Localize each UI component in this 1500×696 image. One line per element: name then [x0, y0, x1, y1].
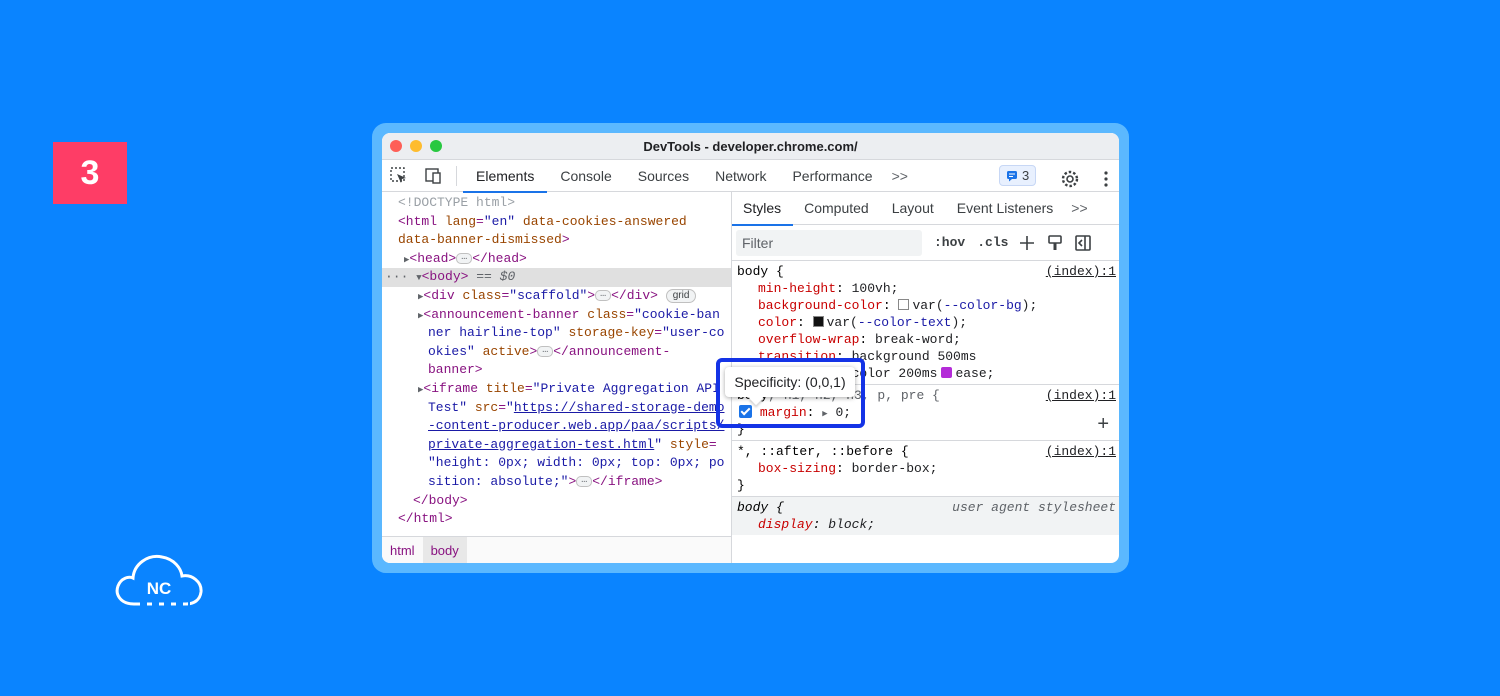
styles-filter-bar: Filter :hov .cls	[732, 225, 1119, 261]
rule-selector: body {	[737, 500, 784, 515]
dom-line-banner-cont[interactable]: banner>	[382, 361, 731, 380]
ellipsis-icon: …	[576, 475, 593, 487]
dom-line-html-close[interactable]: </html>	[382, 510, 731, 529]
dom-line-div[interactable]: ▶<div class="scaffold">… </div> grid	[382, 287, 731, 306]
toggle-sidebar-icon[interactable]	[1074, 234, 1092, 252]
tab-performance[interactable]: Performance	[779, 160, 885, 192]
step-badge: 3	[53, 142, 127, 204]
more-subtabs-icon[interactable]: >>	[1065, 200, 1093, 216]
tab-computed[interactable]: Computed	[793, 192, 881, 225]
dom-line-banner-cont[interactable]: ner hairline-top" storage-key="user-co	[382, 324, 731, 343]
issues-icon	[1007, 170, 1017, 181]
user-agent-label: user agent stylesheet	[952, 500, 1116, 515]
cls-button[interactable]: .cls	[977, 235, 1008, 250]
dom-line-iframe-cont[interactable]: "height: 0px; width: 0px; top: 0px; po	[382, 454, 731, 473]
title-bar: DevTools - developer.chrome.com/	[382, 133, 1119, 160]
breadcrumb: html body	[382, 536, 731, 563]
dom-line-iframe[interactable]: ▶<iframe title="Private Aggregation API	[382, 380, 731, 399]
dom-line-iframe-cont[interactable]: private-aggregation-test.html" style=	[382, 436, 731, 455]
ellipsis-icon: …	[456, 252, 473, 264]
dom-line-body[interactable]: ··· ▼<body> == $0	[382, 268, 731, 287]
breadcrumb-html[interactable]: html	[382, 537, 423, 564]
iframe-src-link: private-aggregation-test.html	[428, 436, 655, 452]
color-swatch-icon[interactable]	[812, 316, 824, 327]
maximize-window-button[interactable]	[430, 140, 442, 152]
dom-line-iframe-cont[interactable]: -content-producer.web.app/paa/scripts/	[382, 417, 731, 436]
dom-line-iframe-cont[interactable]: sition: absolute;">… </iframe>	[382, 473, 731, 492]
easing-editor-icon[interactable]	[941, 367, 953, 378]
styles-subtabs: Styles Computed Layout Event Listeners >…	[732, 192, 1119, 226]
rule-selector[interactable]: body {	[737, 264, 784, 279]
iframe-src-link: https://shared-storage-demo	[513, 399, 725, 415]
iframe-src-link: -content-producer.web.app/paa/scripts/	[428, 418, 725, 434]
dom-line-banner[interactable]: ▶<announcement-banner class="cookie-ban	[382, 306, 731, 325]
inspect-element-icon[interactable]	[382, 160, 416, 192]
issues-count: 3	[1022, 168, 1030, 183]
window-title: DevTools - developer.chrome.com/	[643, 138, 858, 154]
tab-layout[interactable]: Layout	[881, 192, 946, 225]
dom-line-html-cont[interactable]: data-banner-dismissed>	[382, 231, 731, 250]
add-property-icon[interactable]: +	[1097, 413, 1109, 436]
close-window-button[interactable]	[390, 140, 402, 152]
tab-event-listeners[interactable]: Event Listeners	[946, 192, 1066, 225]
paint-brush-icon[interactable]	[1046, 234, 1064, 252]
style-rule-universal: *, ::after, ::before {(index):1 box-sizi…	[732, 441, 1119, 497]
nc-cloud-logo: NC	[115, 554, 203, 606]
logo-text: NC	[147, 579, 172, 598]
dom-line-doctype[interactable]: <!DOCTYPE html>	[382, 194, 731, 213]
dom-line-html[interactable]: <html lang="en" data-cookies-answered	[382, 213, 731, 232]
ellipsis-icon: …	[537, 345, 554, 357]
tab-styles[interactable]: Styles	[732, 192, 794, 226]
filter-input[interactable]: Filter	[736, 229, 922, 256]
tab-sources[interactable]: Sources	[625, 160, 702, 192]
new-style-rule-icon[interactable]	[1018, 234, 1036, 252]
rule-source-link[interactable]: (index):1	[1046, 387, 1116, 404]
dom-tree: <!DOCTYPE html> <html lang="en" data-coo…	[382, 192, 731, 529]
device-toolbar-icon[interactable]	[416, 160, 450, 192]
color-swatch-icon[interactable]	[898, 299, 910, 310]
grid-badge[interactable]: grid	[665, 288, 697, 303]
tab-network[interactable]: Network	[702, 160, 779, 192]
tab-console[interactable]: Console	[547, 160, 624, 192]
devtools-window: DevTools - developer.chrome.com/ Element…	[382, 133, 1119, 563]
settings-gear-icon[interactable]	[1053, 163, 1087, 195]
rule-source-link[interactable]: (index):1	[1046, 263, 1116, 280]
dom-line-banner-cont[interactable]: okies" active>… </announcement-	[382, 343, 731, 362]
minimize-window-button[interactable]	[410, 140, 422, 152]
dom-line-body-close[interactable]: </body>	[382, 492, 731, 511]
elements-panel: <!DOCTYPE html> <html lang="en" data-coo…	[382, 192, 732, 563]
dom-line-iframe-cont[interactable]: Test" src="https://shared-storage-demo	[382, 399, 731, 418]
rule-selector[interactable]: *, ::after, ::before {	[737, 444, 909, 459]
style-rule-user-agent: body {user agent stylesheet display: blo…	[732, 497, 1119, 535]
main-toolbar: Elements Console Sources Network Perform…	[382, 160, 1119, 195]
more-tabs-icon[interactable]: >>	[886, 168, 914, 184]
issues-badge[interactable]: 3	[999, 165, 1037, 186]
dom-line-head[interactable]: ▶<head>… </head>	[382, 250, 731, 269]
tab-elements[interactable]: Elements	[463, 160, 548, 193]
ellipsis-icon: …	[595, 290, 612, 302]
breadcrumb-body[interactable]: body	[422, 536, 467, 563]
more-options-icon[interactable]	[1089, 163, 1119, 195]
hov-button[interactable]: :hov	[934, 235, 965, 250]
rule-source-link[interactable]: (index):1	[1046, 443, 1116, 460]
highlight-box	[716, 358, 865, 428]
